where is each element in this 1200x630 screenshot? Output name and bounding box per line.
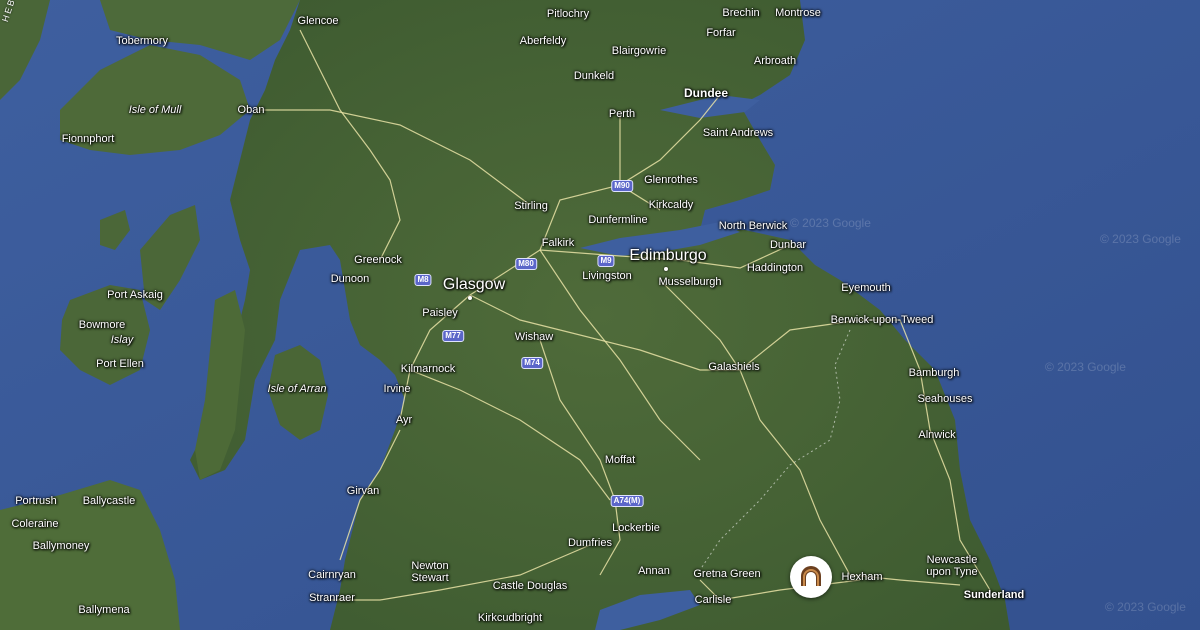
road-shield-m74: M74 [521,357,543,369]
town-label[interactable]: Berwick-upon-Tweed [831,314,934,326]
town-label[interactable]: Montrose [775,7,821,19]
town-label[interactable]: Ayr [396,414,412,426]
watermark: © 2023 Google [790,216,871,230]
town-label[interactable]: Kirkcaldy [649,199,694,211]
town-label[interactable]: Livingston [582,270,632,282]
town-label[interactable]: Paisley [422,307,457,319]
town-label[interactable]: Carlisle [695,594,732,606]
town-label[interactable]: Moffat [605,454,635,466]
town-label[interactable]: Newcastle upon Tyne [917,554,987,578]
town-label[interactable]: Galashiels [708,361,759,373]
town-label[interactable]: Bamburgh [909,367,960,379]
town-label[interactable]: Perth [609,108,635,120]
town-label[interactable]: Port Ellen [96,358,144,370]
city-label-dundee[interactable]: Dundee [684,87,728,99]
town-label[interactable]: Greenock [354,254,402,266]
road-shield-m90: M90 [611,180,633,192]
town-label[interactable]: Falkirk [542,237,574,249]
town-label[interactable]: Annan [638,565,670,577]
town-label[interactable]: Dumfries [568,537,612,549]
watermark: © 2023 Google [1045,360,1126,374]
town-label[interactable]: Dunkeld [574,70,614,82]
town-label[interactable]: Hexham [842,571,883,583]
city-label-glasgow[interactable]: Glasgow [443,276,505,294]
town-label[interactable]: Dunbar [770,239,806,251]
town-label[interactable]: Musselburgh [659,276,722,288]
town-label[interactable]: Arbroath [754,55,796,67]
town-label[interactable]: Sunderland [964,589,1025,601]
town-label[interactable]: Tobermory [116,35,168,47]
town-label[interactable]: Stranraer [309,592,355,604]
terrain [0,0,1200,630]
road-shield-m77: M77 [442,330,464,342]
watermark: © 2023 Google [1100,232,1181,246]
town-label[interactable]: Gretna Green [693,568,760,580]
town-label[interactable]: Forfar [706,27,735,39]
town-label[interactable]: North Berwick [719,220,787,232]
watermark: © 2023 Google [1105,600,1186,614]
town-label[interactable]: Irvine [384,383,411,395]
map-canvas[interactable]: HEBRI © 2023 Google © 2023 Google © 2023… [0,0,1200,630]
city-dot [664,267,668,271]
poi-marker[interactable] [790,556,832,598]
town-label[interactable]: Brechin [722,7,759,19]
road-shield-m8: M8 [414,274,432,286]
town-label[interactable]: Glenrothes [644,174,698,186]
town-label[interactable]: Stirling [514,200,548,212]
town-label[interactable]: Glencoe [298,15,339,27]
town-label[interactable]: Wishaw [515,331,554,343]
town-label[interactable]: Oban [238,104,265,116]
town-label[interactable]: Dunfermline [588,214,647,226]
island-label[interactable]: Isle of Mull [129,104,182,116]
town-label[interactable]: Coleraine [11,518,58,530]
town-label[interactable]: Castle Douglas [493,580,568,592]
town-label[interactable]: Dunoon [331,273,370,285]
city-label-edinburgh[interactable]: Edimburgo [629,247,706,265]
town-label[interactable]: Kirkcudbright [478,612,542,624]
town-label[interactable]: Kilmarnock [401,363,455,375]
town-label[interactable]: Seahouses [917,393,972,405]
city-dot [468,296,472,300]
town-label[interactable]: Ballymena [78,604,129,616]
town-label[interactable]: Saint Andrews [703,127,773,139]
town-label[interactable]: Aberfeldy [520,35,566,47]
town-label[interactable]: Lockerbie [612,522,660,534]
town-label[interactable]: Ballymoney [33,540,90,552]
island-label[interactable]: Isle of Arran [268,383,327,395]
town-label[interactable]: Portrush [15,495,57,507]
town-label[interactable]: Cairnryan [308,569,356,581]
town-label[interactable]: Blairgowrie [612,45,666,57]
town-label[interactable]: Girvan [347,485,379,497]
road-shield-a74m: A74(M) [610,495,644,507]
town-label[interactable]: Port Askaig [107,289,163,301]
roman-arch-icon [801,566,821,586]
town-label[interactable]: Pitlochry [547,8,589,20]
town-label[interactable]: Eyemouth [841,282,891,294]
road-shield-m9: M9 [597,255,615,267]
town-label[interactable]: Bowmore [79,319,125,331]
road-shield-m80: M80 [515,258,537,270]
town-label[interactable]: Ballycastle [83,495,136,507]
island-label[interactable]: Islay [111,334,134,346]
town-label[interactable]: Alnwick [918,429,955,441]
town-label[interactable]: Fionnphort [62,133,115,145]
town-label[interactable]: Haddington [747,262,803,274]
town-label[interactable]: Newton Stewart [400,560,460,584]
